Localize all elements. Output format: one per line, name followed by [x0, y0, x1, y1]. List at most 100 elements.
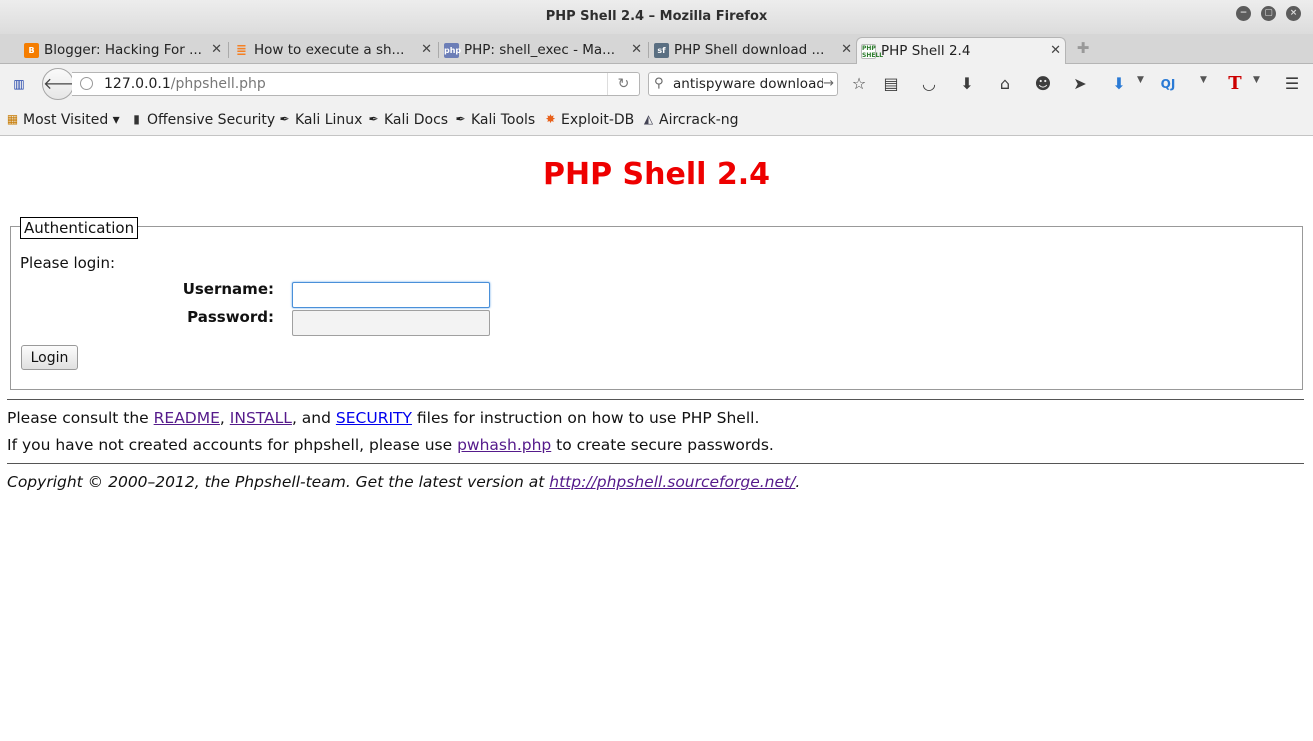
search-icon: ⚲ — [654, 76, 664, 91]
chevron-down-icon[interactable]: ▼ — [1137, 75, 1144, 85]
url-path: /phpshell.php — [170, 76, 266, 92]
tab-label: PHP Shell 2.4 — [881, 43, 971, 59]
search-input[interactable]: ⚲ antispyware download → — [648, 72, 838, 96]
install-link[interactable]: INSTALL — [230, 409, 292, 427]
close-tab-icon[interactable]: ✕ — [631, 37, 642, 63]
stackoverflow-icon: ≣ — [236, 43, 247, 58]
phpshell-icon: PHP SHELL — [861, 44, 884, 59]
bookmark-offensive-security[interactable]: ▮ Offensive Security — [129, 104, 275, 136]
bookmark-star-icon[interactable]: ☆ — [848, 73, 870, 95]
download-icon[interactable]: ⬇ — [956, 73, 978, 95]
password-field[interactable] — [292, 310, 490, 336]
navigation-toolbar: ▥ 🡐 127.0.0.1/phpshell.php ↻ ⚲ antispywa… — [0, 64, 1313, 104]
tab-label: Blogger: Hacking For ... — [44, 42, 202, 58]
bookmark-label: Exploit-DB — [561, 112, 635, 128]
bookmark-aircrack-ng[interactable]: ◭ Aircrack-ng — [641, 104, 739, 136]
separator: , and — [291, 409, 336, 427]
tab-label: PHP: shell_exec - Ma... — [464, 42, 616, 58]
window-titlebar: PHP Shell 2.4 – Mozilla Firefox − ▢ × — [0, 0, 1313, 34]
password-label: Password: — [187, 308, 274, 326]
maximize-button[interactable]: ▢ — [1261, 6, 1276, 21]
authentication-fieldset: Authentication Please login: Username: P… — [10, 217, 1303, 390]
tab-blogger[interactable]: B Blogger: Hacking For ... ✕ — [20, 37, 226, 64]
url-host: 127.0.0.1 — [104, 76, 171, 92]
reload-icon[interactable]: ↻ — [607, 73, 639, 95]
bookmark-label: Kali Linux — [295, 112, 363, 128]
bookmark-label: Kali Docs — [384, 112, 449, 128]
tab-sourceforge[interactable]: sf PHP Shell download ... ✕ — [650, 37, 856, 64]
search-value: antispyware download — [673, 76, 825, 92]
copyright-prefix: Copyright © 2000–2012, the Phpshell-team… — [7, 473, 550, 491]
bookmark-label: Aircrack-ng — [659, 112, 739, 128]
page-title: PHP Shell 2.4 — [543, 157, 770, 192]
divider — [7, 399, 1304, 400]
globe-icon — [80, 77, 93, 90]
close-window-button[interactable]: × — [1286, 6, 1301, 21]
bookmark-label: Kali Tools — [471, 112, 536, 128]
kali-icon: ✒ — [279, 112, 290, 126]
sourceforge-link[interactable]: http://phpshell.sourceforge.net/ — [549, 473, 795, 491]
qj-icon[interactable]: QJ — [1157, 73, 1179, 95]
chat-icon[interactable]: ☻ — [1032, 73, 1054, 95]
accounts-suffix: to create secure passwords. — [551, 436, 774, 454]
offsec-icon: ▮ — [133, 112, 140, 126]
pocket-icon[interactable]: ◡ — [918, 73, 940, 95]
php-icon: php — [444, 43, 461, 58]
consult-text: Please consult the README, INSTALL, and … — [7, 409, 759, 427]
tab-strip: B Blogger: Hacking For ... ✕ ≣ How to ex… — [0, 34, 1313, 64]
accounts-text: If you have not created accounts for php… — [7, 436, 774, 454]
username-label: Username: — [182, 280, 274, 298]
consult-prefix: Please consult the — [7, 409, 154, 427]
username-field[interactable] — [292, 282, 490, 308]
copyright-suffix: . — [795, 473, 801, 491]
close-tab-icon[interactable]: ✕ — [211, 37, 222, 63]
tab-stackoverflow[interactable]: ≣ How to execute a sh... ✕ — [230, 37, 436, 64]
minimize-button[interactable]: − — [1236, 6, 1251, 21]
home-icon[interactable]: ⌂ — [994, 73, 1016, 95]
kali-icon: ✒ — [455, 112, 466, 126]
login-button[interactable]: Login — [21, 345, 78, 370]
bookmarks-list-icon[interactable]: ▤ — [880, 73, 902, 95]
chevron-down-icon: ▾ — [112, 112, 120, 128]
close-tab-icon[interactable]: ✕ — [1050, 38, 1061, 64]
authentication-legend: Authentication — [20, 217, 139, 239]
search-go-icon[interactable]: → — [823, 73, 834, 95]
tab-phpshell[interactable]: PHP SHELL PHP Shell 2.4 ✕ — [856, 37, 1066, 64]
chevron-down-icon[interactable]: ▼ — [1253, 75, 1260, 85]
send-icon[interactable]: ➤ — [1069, 73, 1091, 95]
back-button[interactable]: 🡐 — [42, 68, 86, 100]
bookmark-kali-tools[interactable]: ✒ Kali Tools — [453, 104, 535, 136]
please-login-text: Please login: — [20, 254, 116, 272]
close-tab-icon[interactable]: ✕ — [421, 37, 432, 63]
accounts-prefix: If you have not created accounts for php… — [7, 436, 458, 454]
bookmark-most-visited[interactable]: ▦ Most Visited ▾ — [5, 104, 120, 136]
bookmark-kali-linux[interactable]: ✒ Kali Linux — [277, 104, 362, 136]
new-tab-icon[interactable]: ✚ — [1075, 40, 1091, 56]
menu-icon[interactable]: ☰ — [1281, 73, 1303, 95]
chart-icon[interactable]: ▥ — [8, 73, 30, 95]
bookmark-label: Most Visited — [23, 112, 109, 128]
tab-label: PHP Shell download ... — [674, 42, 825, 58]
most-visited-icon: ▦ — [6, 112, 19, 126]
chevron-down-icon[interactable]: ▼ — [1200, 75, 1207, 85]
security-link[interactable]: SECURITY — [336, 409, 412, 427]
copyright-text: Copyright © 2000–2012, the Phpshell-team… — [7, 473, 800, 491]
pwhash-link[interactable]: pwhash.php — [457, 436, 551, 454]
bookmark-exploit-db[interactable]: ✸ Exploit-DB — [543, 104, 634, 136]
tab-label: How to execute a sh... — [254, 42, 405, 58]
page-content: PHP Shell 2.4 Authentication Please logi… — [0, 137, 1313, 741]
sourceforge-icon: sf — [654, 43, 669, 58]
aircrack-icon: ◭ — [643, 112, 654, 126]
consult-suffix: files for instruction on how to use PHP … — [411, 409, 760, 427]
close-tab-icon[interactable]: ✕ — [841, 37, 852, 63]
readme-link[interactable]: README — [154, 409, 220, 427]
blogger-icon: B — [24, 43, 39, 58]
bookmark-kali-docs[interactable]: ✒ Kali Docs — [366, 104, 448, 136]
tab-php-manual[interactable]: php PHP: shell_exec - Ma... ✕ — [440, 37, 646, 64]
url-bar[interactable]: 127.0.0.1/phpshell.php ↻ — [72, 72, 640, 96]
separator: , — [219, 409, 230, 427]
text-tool-icon[interactable]: T — [1224, 73, 1246, 95]
addon-download-icon[interactable]: ⬇ — [1108, 73, 1130, 95]
kali-icon: ✒ — [368, 112, 379, 126]
exploitdb-icon: ✸ — [545, 112, 556, 126]
